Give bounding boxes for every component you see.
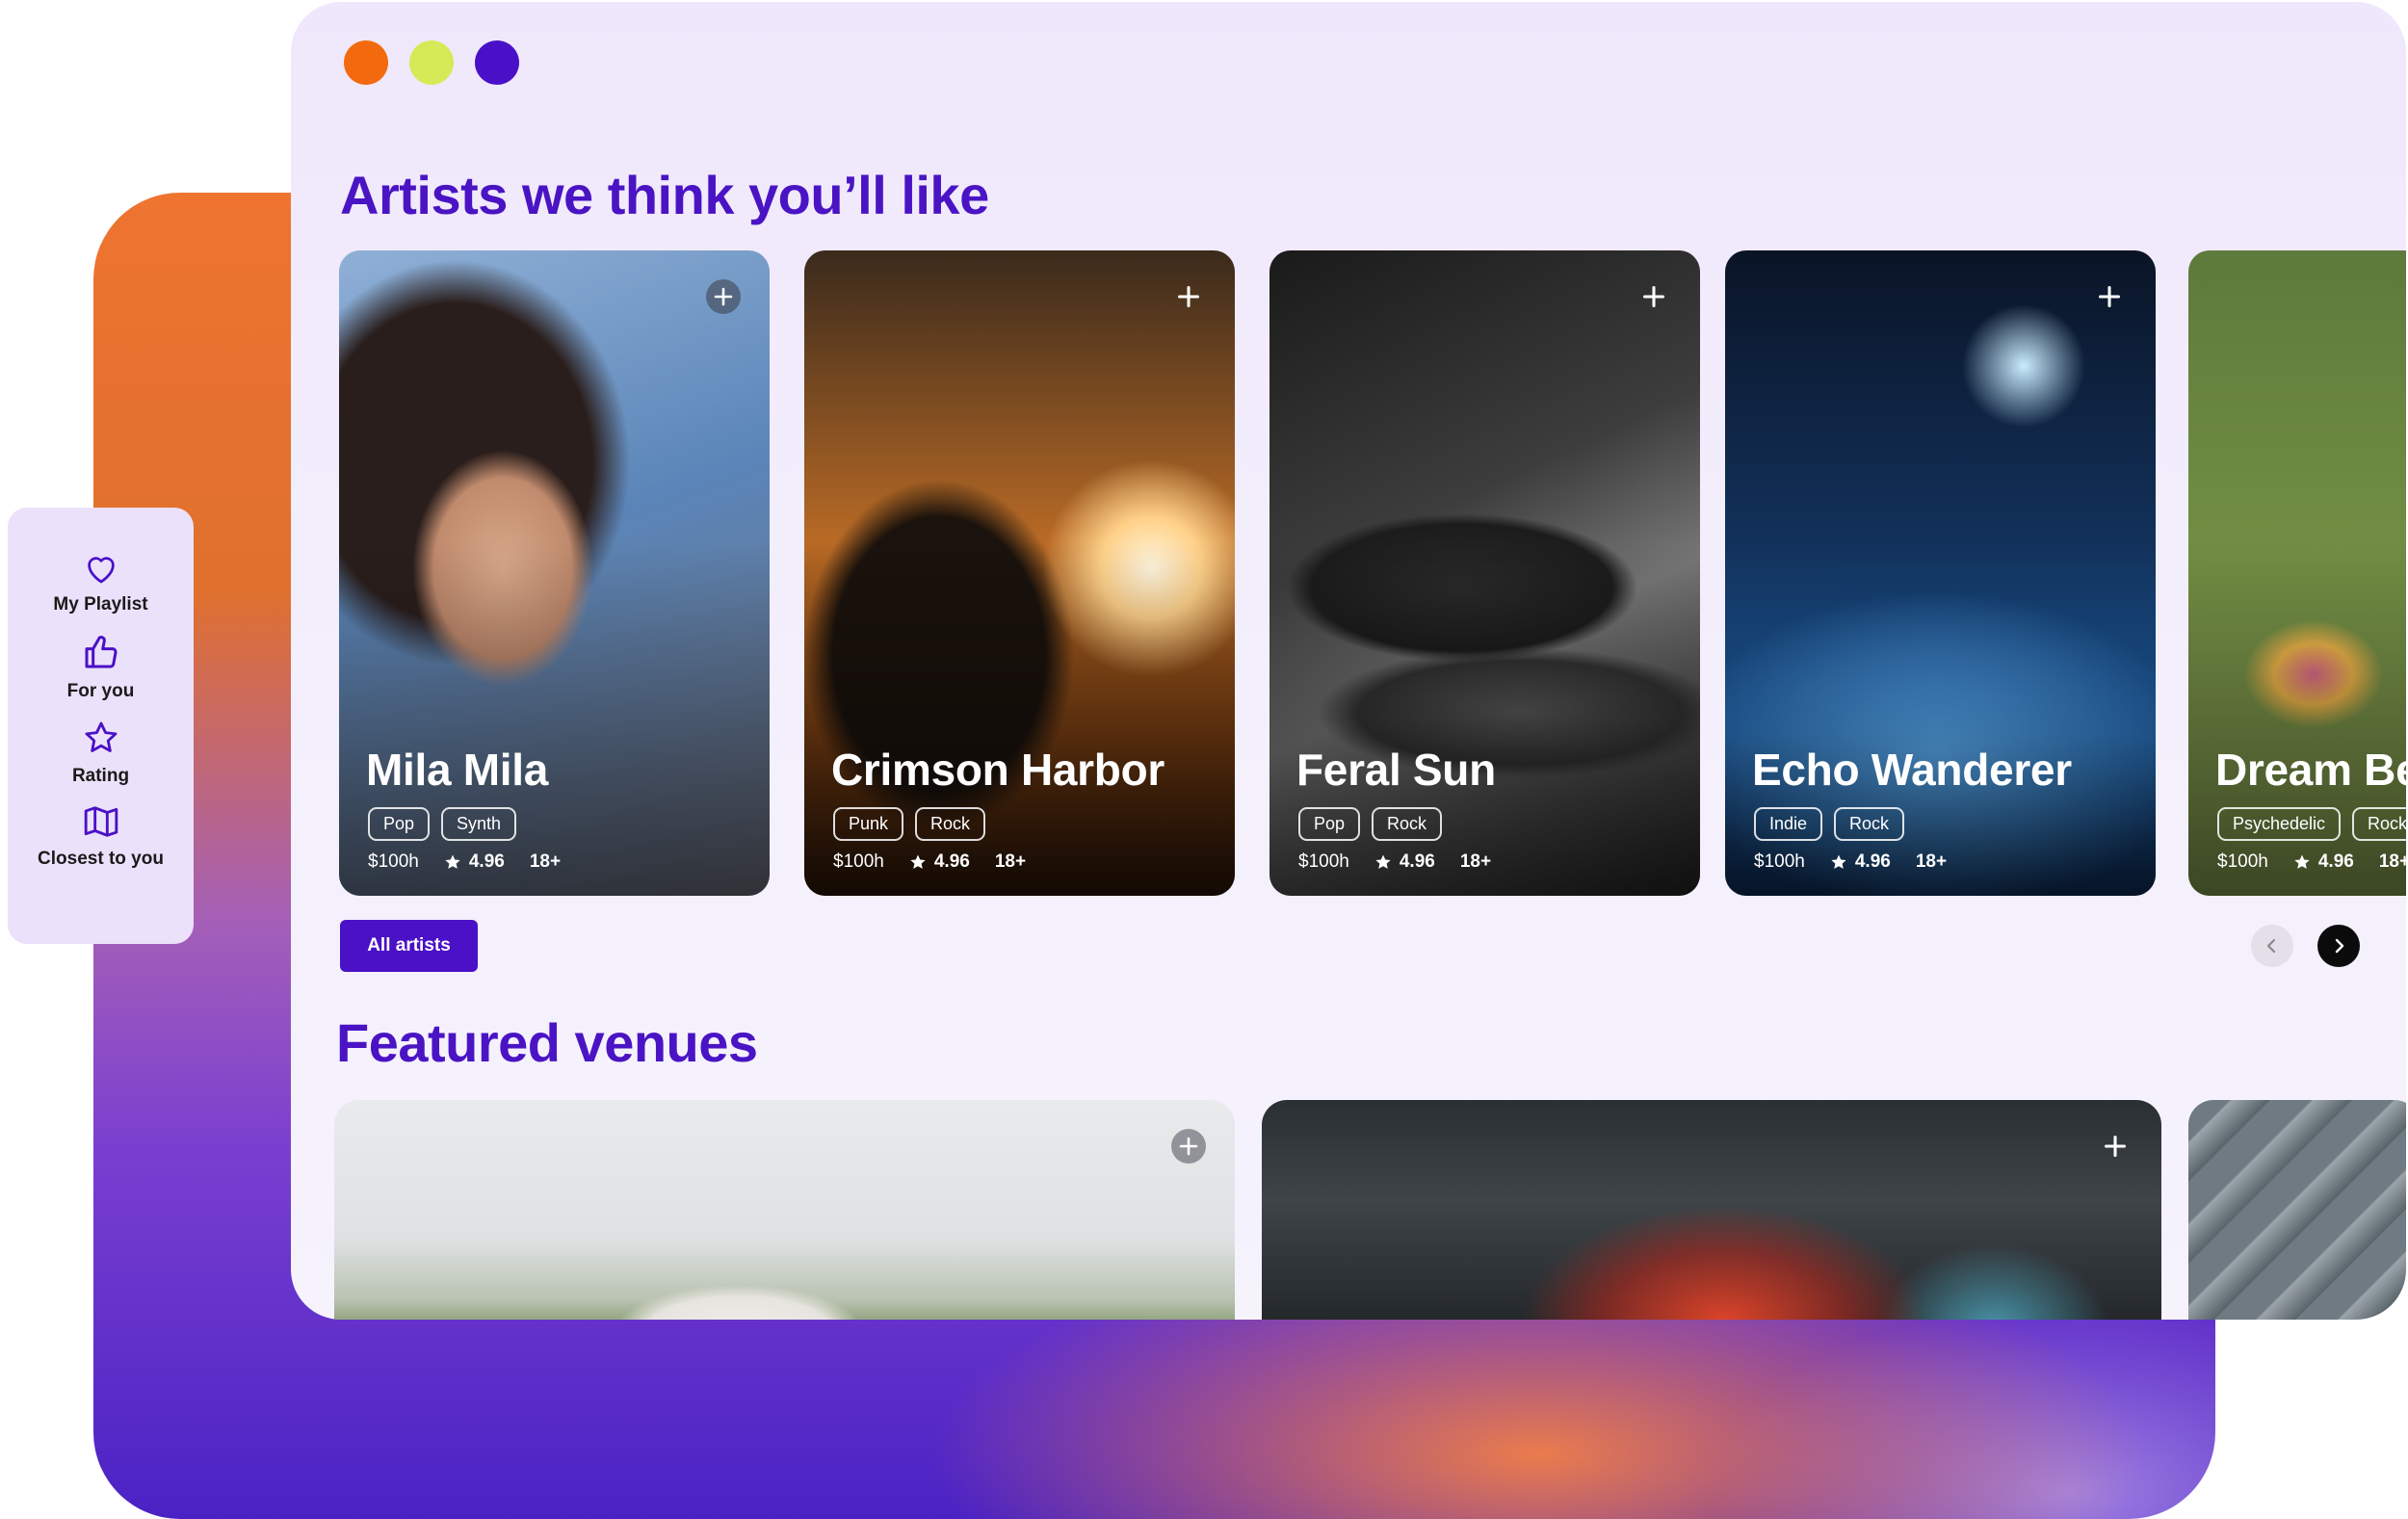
rating: 4.96 [444,851,505,873]
star-icon [445,854,460,869]
venues-section-title: Featured venues [336,1012,758,1073]
star-icon [910,854,926,869]
genre-tags: Pop Rock [1298,807,1443,841]
price: $100h [1754,851,1805,872]
maximize-window-button[interactable] [475,40,519,85]
artist-name: Mila Mila [366,745,549,795]
artist-card[interactable]: Crimson Harbor Punk Rock $100h 4.96 18+ [804,250,1235,896]
thumbs-up-icon [85,636,117,668]
genre-tag: Rock [2352,807,2406,841]
star-icon [1831,854,1846,869]
artist-card[interactable]: Echo Wanderer Indie Rock $100h 4.96 18+ [1725,250,2156,896]
carousel-next-button[interactable] [2317,925,2360,967]
rating: 4.96 [1830,851,1891,873]
artist-name: Echo Wanderer [1752,745,2072,795]
genre-tags: Indie Rock [1754,807,1905,841]
age-restriction: 18+ [1459,851,1492,872]
add-icon[interactable] [1171,279,1206,314]
sidebar-item-label: For you [66,681,135,701]
artist-card[interactable]: Mila Mila Pop Synth $100h 4.96 18+ [339,250,770,896]
minimize-window-button[interactable] [409,40,454,85]
genre-tag: Psychedelic [2217,807,2342,841]
sidebar-item-my-playlist[interactable]: My Playlist [8,552,194,615]
artist-name: Crimson Harbor [831,745,1165,795]
age-restriction: 18+ [529,851,562,872]
artist-card[interactable]: Feral Sun Pop Rock $100h 4.96 18+ [1269,250,1700,896]
artists-section-title: Artists we think you’ll like [340,165,989,225]
chevron-left-icon [2266,938,2276,954]
sidebar-item-closest-to-you[interactable]: Closest to you [8,804,194,870]
star-icon [2294,854,2310,869]
map-icon [84,806,118,837]
genre-tag: Synth [441,807,517,841]
rating: 4.96 [2293,851,2354,873]
artist-meta: $100h 4.96 18+ [1298,851,1491,873]
heart-icon [87,557,115,584]
artist-card[interactable]: Dream Be Psychedelic Rock $100h 4.96 18+ [2188,250,2406,896]
sidebar: My Playlist For you Rating Closest to yo… [8,508,194,944]
window-controls [344,40,519,85]
sidebar-item-rating[interactable]: Rating [8,720,194,787]
add-icon[interactable] [706,279,741,314]
genre-tag: Rock [915,807,986,841]
sidebar-item-label: Rating [71,766,130,786]
sidebar-item-for-you[interactable]: For you [8,633,194,702]
venue-card[interactable] [334,1100,1235,1320]
genre-tags: Punk Rock [833,807,986,841]
close-window-button[interactable] [344,40,388,85]
add-icon[interactable] [2092,279,2127,314]
artist-meta: $100h 4.96 18+ [2217,851,2406,873]
genre-tag: Pop [368,807,431,841]
add-icon[interactable] [1636,279,1671,314]
chevron-right-icon [2335,938,2344,954]
price: $100h [833,851,884,872]
add-icon[interactable] [1171,1129,1206,1164]
genre-tag: Rock [1372,807,1443,841]
artist-name: Feral Sun [1296,745,1496,795]
price: $100h [368,851,419,872]
artist-meta: $100h 4.96 18+ [368,851,561,873]
add-icon[interactable] [2098,1129,2133,1164]
venue-card[interactable] [2188,1100,2406,1320]
genre-tag: Rock [1834,807,1905,841]
genre-tag: Punk [833,807,904,841]
genre-tag: Indie [1754,807,1823,841]
age-restriction: 18+ [994,851,1027,872]
age-restriction: 18+ [2378,851,2406,872]
all-artists-button[interactable]: All artists [340,920,478,972]
age-restriction: 18+ [1915,851,1948,872]
genre-tags: Psychedelic Rock [2217,807,2406,841]
artist-meta: $100h 4.96 18+ [1754,851,1947,873]
app-window: Artists we think you’ll like Mila Mila P… [291,2,2406,1320]
price: $100h [2217,851,2268,872]
rating: 4.96 [1374,851,1435,873]
venue-card[interactable] [1262,1100,2161,1320]
sidebar-item-label: Closest to you [38,849,164,869]
sidebar-item-label: My Playlist [53,594,148,615]
carousel-prev-button[interactable] [2251,925,2293,967]
artist-meta: $100h 4.96 18+ [833,851,1026,873]
artist-name: Dream Be [2215,745,2406,795]
rating: 4.96 [909,851,970,873]
star-icon [1375,854,1391,869]
price: $100h [1298,851,1349,872]
star-icon [85,721,117,752]
genre-tag: Pop [1298,807,1361,841]
genre-tags: Pop Synth [368,807,517,841]
